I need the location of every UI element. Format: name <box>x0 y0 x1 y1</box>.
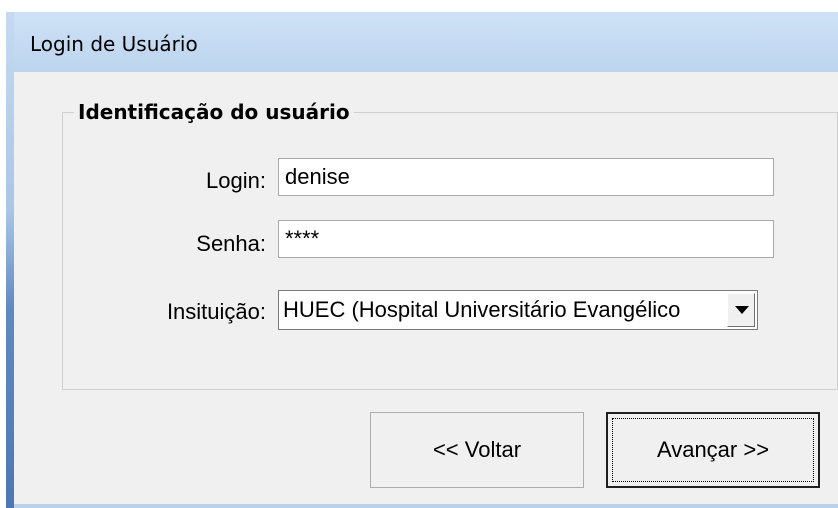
back-button[interactable]: << Voltar <box>370 412 584 488</box>
dialog-client-area: Identificação do usuário Login: denise S… <box>14 72 838 504</box>
back-button-label: << Voltar <box>432 437 522 462</box>
triangle-down-icon <box>735 306 749 314</box>
group-legend: Identificação do usuário <box>74 100 354 124</box>
institution-label: Insituição: <box>166 299 266 324</box>
institution-selected-value: HUEC (Hospital Universitário Evangélico <box>283 297 681 322</box>
next-button-label: Avançar >> <box>656 437 770 462</box>
login-input[interactable]: denise <box>278 158 774 196</box>
password-input[interactable]: **** <box>278 220 774 258</box>
title-bar[interactable]: Login de Usuário <box>14 12 838 72</box>
next-button[interactable]: Avançar >> <box>606 412 820 488</box>
dropdown-button[interactable] <box>727 293 755 327</box>
window-title: Login de Usuário <box>30 32 198 56</box>
institution-select[interactable]: HUEC (Hospital Universitário Evangélico <box>278 290 758 330</box>
window-frame-edge <box>6 12 14 508</box>
password-label: Senha: <box>196 231 266 256</box>
login-label: Login: <box>206 168 266 193</box>
login-window: Login de Usuário Identificação do usuári… <box>6 12 838 508</box>
